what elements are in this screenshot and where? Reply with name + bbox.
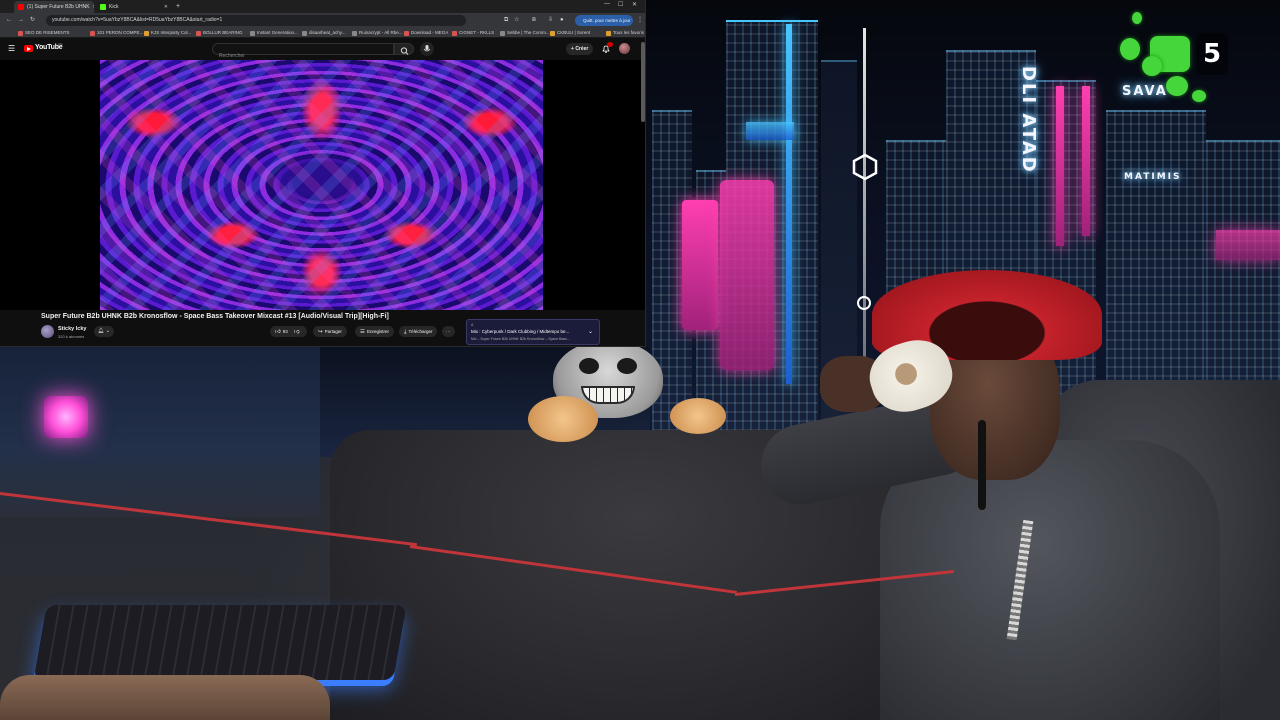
bookmark-item[interactable]: Ruinacrypt - All Rbe... (352, 29, 403, 37)
save-button[interactable]: ☰ Enregistrer (355, 326, 394, 337)
notification-badge (607, 42, 613, 47)
mix-subtitle: Mix – Super Future B2b UHNK B2b Kronosfl… (471, 337, 570, 341)
youtube-favicon-icon (18, 4, 24, 10)
region-code: FR (58, 43, 63, 47)
subscriber-count: 320 k abonnés (58, 334, 85, 339)
bookmark-item[interactable]: CKBULI | Sorent (550, 29, 590, 37)
bookmark-item[interactable]: disaarbeat_achy... (302, 29, 345, 37)
bookmarks-bar: SEO DE RISEMENTS 101 PERON COMPE... KJS … (0, 28, 645, 38)
thumbs-up-icon: 👍︎ (275, 329, 281, 335)
foreground-hand (0, 675, 330, 720)
chevron-down-icon: ⌄ (105, 328, 110, 334)
kick-favicon-icon (100, 4, 106, 10)
video-frame[interactable] (100, 60, 543, 310)
extensions-icon[interactable]: ⧈ (532, 16, 536, 24)
video-title: Super Future B2b UHNK B2b Kronosflow - S… (41, 313, 389, 320)
neon-sign-small: MATIMIS (1124, 172, 1182, 182)
channel-name[interactable]: Sticky Icky (58, 326, 86, 332)
youtube-header: ☰ YouTube FR + Créer (0, 38, 645, 61)
bookmark-item[interactable]: KJS Interparty Col... (144, 29, 191, 37)
mix-playlist-panel[interactable]: A Mix : Cyberpunk / Dark Clubbing / Midt… (466, 319, 600, 345)
bookmark-item[interactable]: 101 PERON COMPE... (90, 29, 143, 37)
download-label: Télécharger (408, 329, 433, 334)
tab-label: Kick (109, 4, 119, 10)
share-label: Partager (324, 329, 342, 334)
score-counter: 5 (1196, 33, 1228, 75)
hexagon-icon (852, 153, 878, 181)
update-browser-button[interactable]: Quitt. pour mettre à jour (575, 15, 633, 26)
neon-sign-vertical: DLI ATAD (1018, 66, 1039, 174)
download-icon[interactable]: ⇩ (548, 16, 553, 24)
minimize-icon[interactable]: — (604, 1, 610, 7)
streamer (754, 270, 1220, 720)
like-dislike-button[interactable]: 👍︎ 93 👎︎ (270, 326, 307, 337)
menu-kebab-icon[interactable]: ⋮ (637, 16, 643, 24)
reload-icon[interactable]: ↻ (30, 16, 35, 24)
save-label: Enregistrer (366, 329, 389, 334)
hoodie (880, 440, 1220, 720)
download-icon: ⤓ (404, 329, 407, 335)
headset-cable (978, 420, 986, 510)
address-bar[interactable]: youtube.com/watch?v=5uaYbzY8BCA&list=RD5… (46, 15, 466, 26)
cast-icon[interactable]: ⧉ (504, 16, 508, 24)
account-avatar[interactable] (619, 43, 630, 54)
bookmark-star-icon[interactable]: ☆ (514, 16, 519, 24)
close-window-icon[interactable]: ✕ (632, 1, 637, 8)
mix-label: A (471, 323, 474, 327)
create-label: Créer (575, 46, 589, 52)
all-bookmarks[interactable]: Tous les favoris (606, 29, 644, 37)
tab-label: (1) Super Future B2b UHNK (27, 4, 90, 10)
search-field[interactable] (212, 43, 394, 61)
search-button[interactable] (394, 43, 414, 55)
forward-icon[interactable]: → (18, 16, 24, 24)
toolbar: ← → ↻ youtube.com/watch?v=5uaYbzY8BCA&li… (0, 13, 645, 28)
close-tab-icon[interactable]: ✕ (161, 4, 168, 10)
maximize-icon[interactable]: ☐ (618, 1, 623, 8)
plush-paw-left (528, 396, 598, 442)
channel-avatar[interactable] (41, 325, 54, 338)
more-actions-button[interactable]: ··· (442, 326, 455, 337)
bell-icon: 🔔︎ (98, 328, 105, 334)
create-button[interactable]: + Créer (566, 43, 594, 55)
bookmark-item[interactable]: Sebbe | The Comm... (500, 29, 550, 37)
back-icon[interactable]: ← (6, 16, 12, 24)
chevron-down-icon[interactable]: ⌄ (588, 328, 593, 335)
stream-frame: DLI ATAD SAVA MATIMIS 5 (1) Super Future… (0, 0, 1280, 720)
close-tab-icon[interactable]: ✕ (90, 4, 94, 10)
thumbs-down-icon: 👎︎ (294, 329, 300, 335)
subscribed-bell-button[interactable]: 🔔︎ ⌄ (94, 326, 114, 337)
tab-kick[interactable]: Kick ✕ (96, 1, 172, 13)
voice-search-button[interactable] (420, 42, 434, 56)
search-icon (400, 47, 409, 55)
download-button[interactable]: ⤓ Télécharger (399, 326, 438, 337)
microphone-icon (423, 45, 431, 52)
youtube-logo-icon[interactable] (24, 45, 33, 52)
bookmark-item[interactable]: Download - MEGA (404, 29, 448, 37)
plush-paw-right (670, 398, 726, 434)
share-icon: ↪ (318, 329, 323, 335)
save-playlist-icon: ☰ (360, 329, 365, 335)
profile-icon[interactable]: ● (560, 16, 564, 24)
bookmark-item[interactable]: CIGNET - RKLLS (452, 29, 494, 37)
hamburger-menu-icon[interactable]: ☰ (8, 45, 15, 53)
mix-title: Mix : Cyberpunk / Dark Clubbing / Midtem… (471, 329, 570, 334)
bookmark-item[interactable]: BOLLUR BEARING (196, 29, 243, 37)
page-scrollbar[interactable] (641, 38, 645, 138)
pink-lamp (44, 396, 88, 438)
bookmark-item[interactable]: SEO DE RISEMENTS (18, 29, 70, 37)
bookmark-item[interactable]: Instant Generation... (250, 29, 298, 37)
share-button[interactable]: ↪ Partager (313, 326, 347, 337)
tab-strip: (1) Super Future B2b UHNK ✕ Kick ✕ + — ☐… (0, 0, 645, 13)
browser-window: (1) Super Future B2b UHNK ✕ Kick ✕ + — ☐… (0, 0, 646, 347)
tab-youtube[interactable]: (1) Super Future B2b UHNK ✕ (14, 1, 94, 13)
video-player[interactable] (0, 60, 645, 310)
new-tab-button[interactable]: + (176, 2, 180, 11)
gaming-keyboard (33, 605, 407, 680)
like-count: 93 (282, 329, 288, 334)
more-icon: ··· (446, 329, 451, 334)
scrollbar-thumb[interactable] (641, 42, 645, 122)
